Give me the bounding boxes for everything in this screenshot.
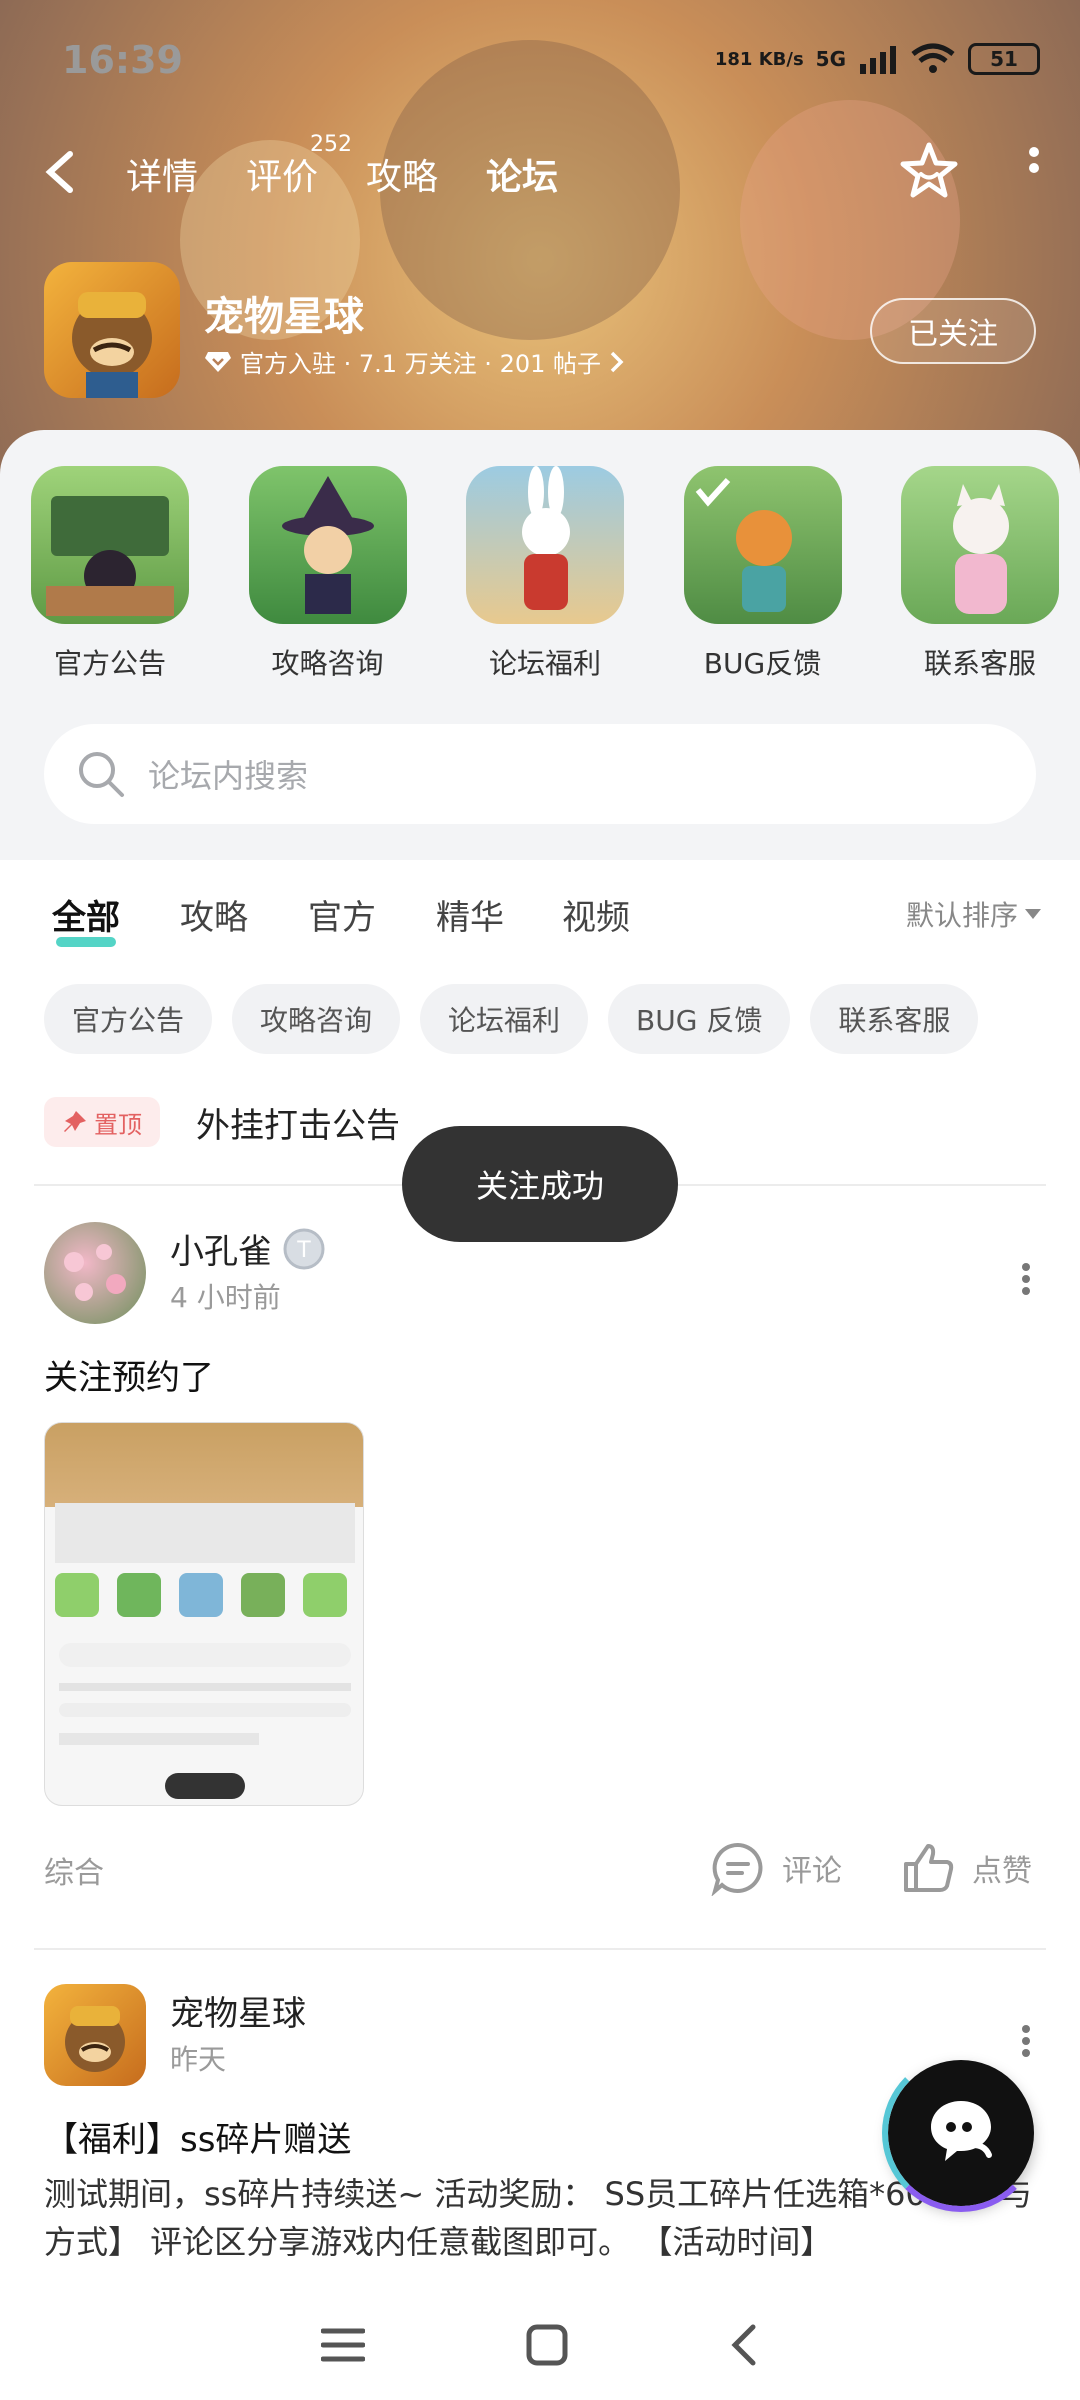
chat-fab[interactable] [882,2054,1040,2212]
post-body[interactable]: 测试期间，ss碎片持续送~ 活动奖励： SS员工碎片任选箱*60 【参与方式】 … [44,2170,1040,2266]
divider [34,1948,1046,1950]
search-placeholder: 论坛内搜索 [148,757,309,795]
post-time: 4 小时前 [170,1281,281,1314]
chip-bug-report[interactable]: BUG 反馈 [608,984,791,1054]
toast-message: 关注成功 [402,1126,678,1242]
top-nav: 详情 评价 252 攻略 论坛 [30,132,1050,206]
pinned-badge-label: 置顶 [94,1110,142,1139]
caret-down-icon [1025,909,1041,919]
sort-label: 默认排序 [905,899,1018,932]
category-label: BUG反馈 [703,647,822,680]
filter-tab-guides[interactable]: 攻略 [180,890,248,939]
post-footer: 综合 评论 点赞 [44,1840,1036,1900]
comment-label: 评论 [782,1854,842,1889]
avatar[interactable] [44,1222,146,1324]
tab-forum[interactable]: 论坛 [483,148,561,206]
tab-details[interactable]: 详情 [126,148,198,200]
filter-tab-featured[interactable]: 精华 [436,890,504,939]
more-vertical-icon[interactable] [1020,1262,1032,1296]
comment-button[interactable]: 评论 [710,1840,842,1896]
thumbs-up-icon [904,1844,954,1892]
comment-icon [711,1842,763,1896]
category-thumb [466,466,624,624]
category-label: 攻略咨询 [271,647,384,680]
like-label: 点赞 [972,1854,1032,1889]
pin-icon [64,1111,86,1132]
post-card[interactable]: 小孔雀 T 4 小时前 关注预约了 综合 评论 点赞 [44,1222,1036,1922]
filter-tabs: 全部 攻略 官方 精华 视频 默认排序 [52,890,1042,950]
category-thumb [248,466,407,624]
chip-announcements[interactable]: 官方公告 [44,984,213,1054]
app-icon[interactable] [44,262,180,398]
category-label: 官方公告 [53,647,166,680]
post-author[interactable]: 小孔雀 T [170,1224,326,1273]
category-label: 论坛福利 [488,647,601,680]
verified-diamond-icon [205,351,231,372]
category-label: 联系客服 [923,647,1036,680]
more-vertical-icon[interactable] [1020,2024,1032,2058]
menu-icon[interactable] [320,2325,365,2365]
category-grid: 官方公告 攻略咨询 论坛福利 BUG反馈 联系客服 [30,466,1060,682]
status-time: 16:39 [62,38,183,82]
forum-sheet: 官方公告 攻略咨询 论坛福利 BUG反馈 联系客服 论坛内搜索 [0,430,1080,860]
category-thumb [683,466,842,624]
network-type: 5G [815,47,846,71]
tab-reviews[interactable]: 评价 [246,148,318,200]
chat-bubble-icon [931,2101,992,2161]
battery-indicator: 51 [968,43,1040,75]
filter-tab-video[interactable]: 视频 [562,890,630,939]
category-item-guide-inquiry[interactable]: 攻略咨询 [248,466,408,682]
category-thumb [901,466,1059,624]
chevron-right-icon [610,351,624,372]
search-icon [79,752,124,797]
filter-tab-all[interactable]: 全部 [52,890,120,947]
chip-forum-benefits[interactable]: 论坛福利 [420,984,589,1054]
favorite-star-icon[interactable] [898,140,960,202]
home-square-icon[interactable] [526,2324,568,2366]
category-item-bug-report[interactable]: BUG反馈 [683,466,843,682]
post-title[interactable]: 【福利】ss碎片赠送 [44,2112,351,2161]
post-author[interactable]: 宠物星球 [170,1986,306,2035]
forum-search-bar[interactable]: 论坛内搜索 [44,724,1036,824]
category-thumb [31,466,189,624]
followed-button[interactable]: 已关注 [870,298,1036,364]
back-icon[interactable] [729,2323,759,2367]
post-card[interactable]: 宠物星球 昨天 [44,1984,1036,2104]
author-name: 小孔雀 [170,1232,272,1272]
level-badge-icon: T [283,1228,325,1269]
like-button[interactable]: 点赞 [900,1840,1032,1896]
network-speed: 181 KB/s [714,48,804,70]
app-header-banner: 16:39 181 KB/s 5G 51 详情 评价 252 攻略 论坛 宠物星… [0,0,1080,480]
app-name: 宠物星球 [204,294,364,340]
category-item-customer-service[interactable]: 联系客服 [900,466,1060,682]
app-meta[interactable]: 官方入驻 · 7.1 万关注 · 201 帖子 [204,344,625,379]
tab-guides[interactable]: 攻略 [366,148,438,200]
author-name: 宠物星球 [170,1994,306,2034]
post-text: 关注预约了 [44,1358,214,1398]
category-item-forum-benefits[interactable]: 论坛福利 [465,466,625,682]
back-arrow-icon[interactable] [40,148,80,196]
signal-icon [860,46,896,74]
chip-customer-service[interactable]: 联系客服 [810,984,979,1054]
app-info: 宠物星球 官方入驻 · 7.1 万关注 · 201 帖子 已关注 [44,262,1036,402]
app-meta-text: 官方入驻 · 7.1 万关注 · 201 帖子 [240,350,602,378]
sort-dropdown[interactable]: 默认排序 [906,894,1042,934]
category-item-announcements[interactable]: 官方公告 [30,466,190,682]
post-category-tag[interactable]: 综合 [44,1848,104,1892]
status-bar: 16:39 181 KB/s 5G 51 [62,38,1040,88]
pinned-badge: 置顶 [44,1097,160,1147]
wifi-icon [911,43,955,73]
topic-chips: 官方公告 攻略咨询 论坛福利 BUG 反馈 联系客服 [44,984,1060,1054]
post-image-thumbnail[interactable] [44,1422,364,1806]
svg-text:T: T [296,1238,311,1263]
avatar[interactable] [44,1984,146,2086]
system-nav-bar [0,2290,1080,2400]
more-vertical-icon[interactable] [1024,146,1044,190]
chip-guide-inquiry[interactable]: 攻略咨询 [232,984,401,1054]
pinned-title: 外挂打击公告 [196,1105,400,1146]
review-count-badge: 252 [310,132,352,157]
post-time: 昨天 [170,2043,227,2076]
filter-tab-official[interactable]: 官方 [308,890,376,939]
